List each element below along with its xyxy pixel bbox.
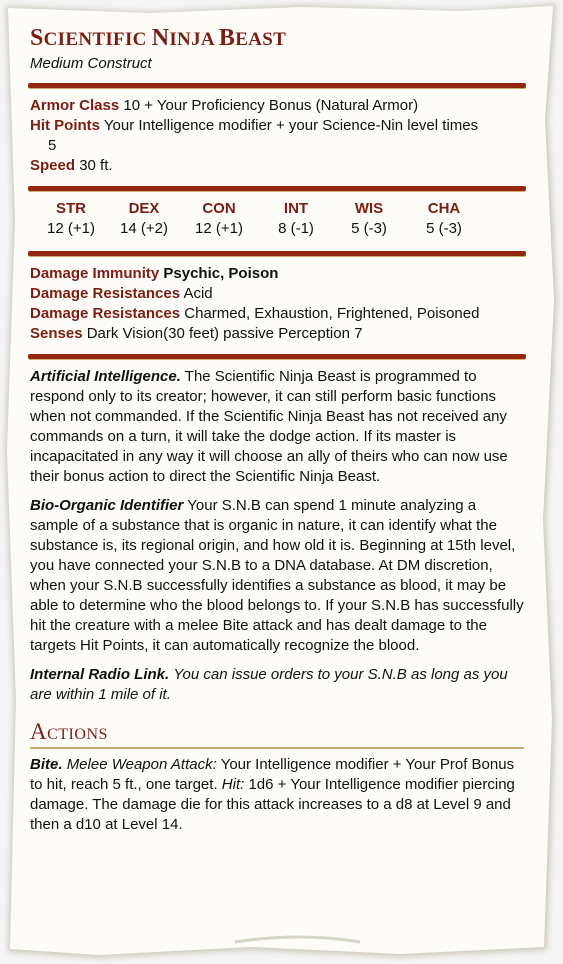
senses: Senses Dark Vision(30 feet) passive Perc… (30, 325, 363, 342)
damage-immunity: Damage Immunity Psychic, Poison (30, 265, 279, 282)
ability-scores: STR 12 (+1) DEX 14 (+2) CON 12 (+1) INT 8 (-… (30, 199, 524, 239)
hit-points: Hit Points Your Intelligence modifier + … (30, 117, 479, 134)
ability-cha: CHA 5 (-3) (426, 200, 462, 237)
monster-type: Medium Construct (30, 55, 152, 72)
ability-dex: DEX 14 (+2) (120, 200, 168, 237)
trait-internal-radio-link: Internal Radio Link. You can issue order… (30, 666, 508, 703)
divider (28, 186, 526, 191)
divider (28, 251, 526, 256)
damage-resistances-2: Damage Resistances Charmed, Exhaustion, … (30, 305, 480, 322)
monster-name: SCIENTIFIC NINJA BEAST (30, 25, 287, 51)
trait-artificial-intelligence: Artificial Intelligence. The Scientific … (30, 368, 508, 485)
divider (28, 354, 526, 359)
action-bite: Bite. Melee Weapon Attack: Your Intellig… (30, 756, 515, 833)
trait-bio-organic-identifier: Bio-Organic Identifier Your S.N.B can sp… (30, 497, 524, 654)
divider (28, 83, 526, 88)
speed: Speed 30 ft. (30, 157, 113, 174)
ability-wis: WIS 5 (-3) (351, 200, 387, 237)
hit-points-cont: 5 (48, 137, 57, 154)
ability-con: CON 12 (+1) (195, 200, 243, 237)
armor-class: Armor Class 10 + Your Proficiency Bonus … (30, 97, 419, 114)
actions-underline (30, 747, 524, 749)
ability-str: STR 12 (+1) (47, 200, 95, 237)
stat-block: SCIENTIFIC NINJA BEAST Medium Construct … (28, 24, 526, 844)
ability-int: INT 8 (-1) (278, 200, 314, 237)
damage-resistances: Damage Resistances Acid (30, 285, 213, 302)
actions-heading: Actions (30, 719, 108, 744)
